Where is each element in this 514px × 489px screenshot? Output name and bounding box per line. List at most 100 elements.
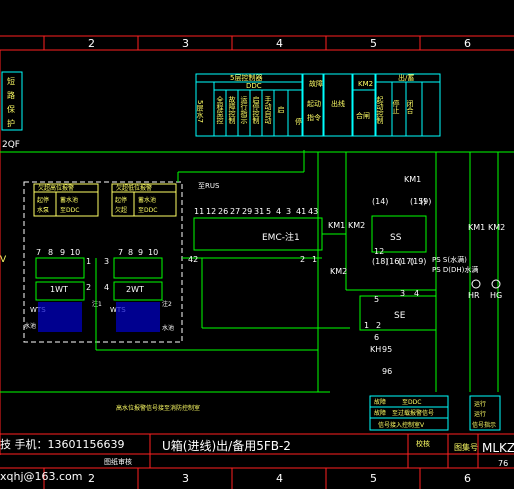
- terminal: 9: [60, 248, 65, 257]
- km2-col: 合闸: [356, 111, 370, 120]
- se-label: SE: [394, 311, 406, 321]
- note-label: 注2: [162, 300, 172, 308]
- relay-label: KM2: [330, 267, 347, 276]
- col-label: 5层水7: [196, 100, 204, 123]
- svg-text:故障: 故障: [374, 409, 386, 417]
- terminal: 8: [48, 248, 53, 257]
- emc-term: 4: [276, 207, 281, 216]
- ruler-label: 3: [182, 37, 189, 50]
- col-label: 运行指示: [240, 96, 248, 124]
- svg-text:3: 3: [182, 472, 189, 485]
- kh-num: 95: [382, 345, 392, 354]
- km2-col: 起动控制: [376, 96, 384, 125]
- relay-label: KM2: [348, 221, 365, 230]
- title-contact: 技 手机：13601156639: [0, 437, 124, 451]
- switch-num: 12: [374, 247, 384, 256]
- col-label: 启停控制: [252, 95, 260, 125]
- ruler-label: 4: [276, 37, 283, 50]
- level-cell: 至DDC: [138, 207, 157, 214]
- col-label: 全程监控: [216, 95, 224, 125]
- emc-term: 3: [286, 207, 291, 216]
- lamp-label: HG: [490, 291, 502, 300]
- schematic-sheet: 2 3 4 5 6 短 路 保 护 2QF V 5层控制器 DDC 5层水7 全…: [0, 0, 514, 489]
- emc-term: 12: [206, 207, 216, 216]
- terminal: 4: [104, 283, 109, 292]
- title-check: 校核: [416, 439, 430, 448]
- se-num: 1: [364, 321, 369, 330]
- emc-term: 42: [188, 255, 198, 264]
- emc-term: 1: [312, 255, 317, 264]
- rus-label: 至RUS: [198, 182, 220, 190]
- email: xqhj@163.com: [0, 470, 83, 483]
- left-char: 护: [7, 118, 15, 128]
- svg-text:运行: 运行: [474, 400, 486, 408]
- title-code: MLKZ: [482, 441, 514, 455]
- emc-label: EMC-注1: [262, 231, 300, 243]
- ddc-header: DDC: [246, 82, 262, 90]
- svg-text:4: 4: [276, 472, 283, 485]
- emc-term: 27: [230, 207, 240, 216]
- ruler-label: 5: [370, 37, 377, 50]
- terminal: 8: [128, 248, 133, 257]
- relay-label: KM2: [488, 223, 505, 232]
- ruler-label: 2: [88, 37, 95, 50]
- level-cell: 蓄水池: [138, 196, 156, 204]
- kh-num: 96: [382, 367, 392, 376]
- switch-label: SS: [390, 233, 402, 243]
- se-num: 5: [374, 295, 379, 304]
- km2-sub: 出/蓄: [398, 73, 414, 82]
- title-atlas: 图集号: [454, 442, 478, 452]
- se-num: 4: [414, 289, 419, 298]
- lamp-label: HR: [468, 291, 480, 300]
- kh-label: KH: [370, 345, 381, 354]
- terminal: 9: [138, 248, 143, 257]
- col-label: 手动自动: [264, 95, 272, 125]
- relay-label: KM1: [404, 175, 421, 184]
- km2-col: 停止: [392, 99, 400, 114]
- svg-text:信号接入控制室V: 信号接入控制室V: [378, 421, 425, 429]
- note-label: 注1: [92, 300, 102, 308]
- emc-term: 43: [308, 207, 318, 216]
- output-label: 出线: [331, 99, 345, 108]
- km2-col: 闭合: [406, 100, 414, 115]
- sensor-label: 2WT: [126, 285, 144, 294]
- svg-text:至DDC: 至DDC: [402, 399, 421, 406]
- level-cell: 蓄水池: [60, 196, 78, 204]
- se-num: 6: [374, 333, 379, 342]
- left-char: 保: [7, 104, 15, 114]
- start-label: 指令: [307, 113, 321, 122]
- water-label: 水池: [24, 322, 36, 330]
- relay-label: KM1: [328, 221, 345, 230]
- terminal: 2: [86, 283, 91, 292]
- emc-term: 29: [242, 207, 252, 216]
- col-label: 停: [295, 117, 302, 126]
- level-cell: 欠超: [115, 206, 127, 214]
- emc-term: 41: [296, 207, 306, 216]
- level-cell: 起停: [115, 196, 127, 204]
- svg-text:6: 6: [464, 472, 471, 485]
- terminal: 7: [118, 248, 123, 257]
- emc-term: 26: [218, 207, 228, 216]
- svg-text:至过载报警信号: 至过载报警信号: [392, 409, 434, 417]
- se-num: 2: [376, 321, 381, 330]
- water-label: 水池: [162, 324, 174, 332]
- left-char: 短: [7, 76, 15, 86]
- bottom-note: 高水位报警信号接至消防控制室: [116, 404, 200, 412]
- start-label: 起动: [307, 99, 321, 108]
- km2-header: KM2: [358, 80, 373, 88]
- terminal: 7: [36, 248, 41, 257]
- table-header: 5层控制器: [230, 73, 262, 82]
- switch-num: (19): [410, 257, 426, 266]
- fault-label: 故障: [309, 79, 323, 88]
- emc-term: 2: [300, 255, 305, 264]
- svg-text:2: 2: [88, 472, 95, 485]
- col-label: 启: [277, 105, 285, 114]
- emc-term: 5: [266, 207, 271, 216]
- breaker-label: 2QF: [2, 140, 20, 150]
- ps-label: PS S(水满): [432, 255, 467, 264]
- left-char: 路: [7, 90, 15, 100]
- relay-label: KM1: [468, 223, 485, 232]
- svg-text:5: 5: [370, 472, 377, 485]
- svg-text:信号指示: 信号指示: [472, 421, 496, 429]
- emc-term: 11: [194, 207, 204, 216]
